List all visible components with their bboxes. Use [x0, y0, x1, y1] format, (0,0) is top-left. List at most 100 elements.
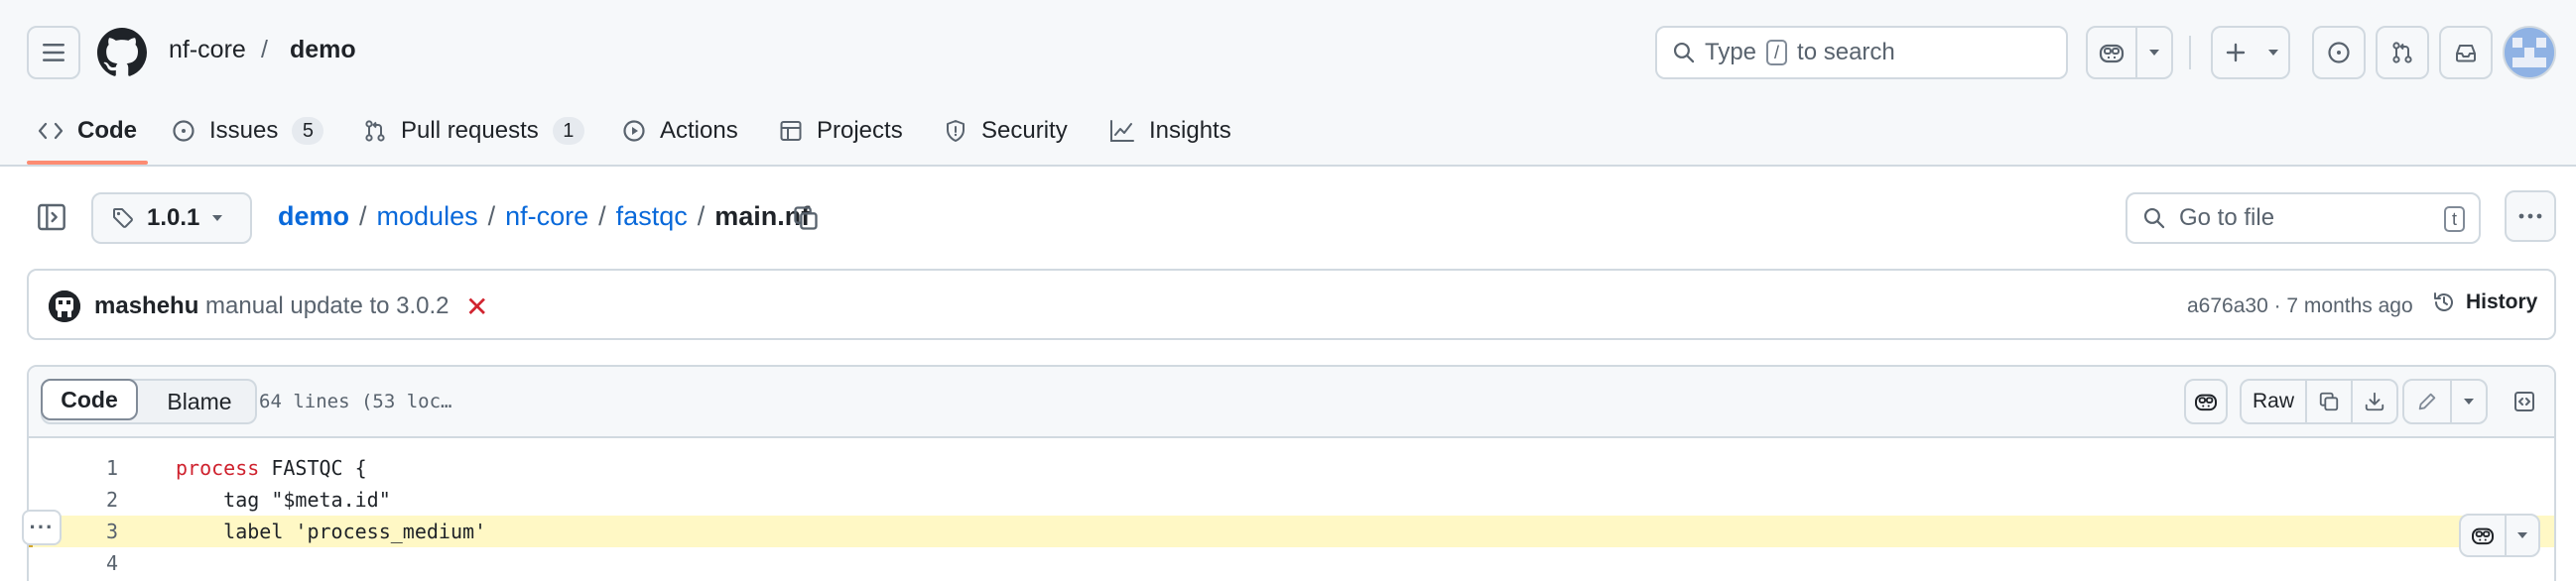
breadcrumb-path-nf-core[interactable]: nf-core: [505, 201, 588, 232]
file-actions-group: Raw: [2240, 379, 2398, 424]
download-icon: [2365, 392, 2384, 411]
copy-icon: [2319, 392, 2339, 411]
tab-issues[interactable]: Issues 5: [172, 111, 324, 151]
plus-icon: [2213, 28, 2258, 77]
symbols-panel-button[interactable]: [2504, 379, 2545, 424]
tab-code-label: Code: [77, 117, 137, 144]
history-icon: [2434, 292, 2453, 311]
tab-projects-label: Projects: [817, 117, 903, 144]
tab-actions-label: Actions: [660, 117, 738, 144]
breadcrumb-path-root[interactable]: demo: [278, 201, 349, 232]
file-tree-toggle-button[interactable]: [36, 201, 67, 233]
commit-hash-time[interactable]: a676a30 · 7 months ago: [2187, 294, 2413, 318]
kebab-horizontal-icon: [2518, 213, 2542, 219]
tab-code[interactable]: Code: [38, 111, 137, 151]
copilot-icon: [2099, 44, 2125, 63]
graph-icon: [1110, 120, 1134, 142]
breadcrumb-path-modules[interactable]: modules: [377, 201, 478, 232]
github-logo-icon[interactable]: [97, 28, 147, 77]
copilot-icon: [2472, 527, 2494, 545]
tab-pull-requests-label: Pull requests: [401, 117, 539, 144]
tab-pull-requests[interactable]: Pull requests 1: [363, 111, 584, 151]
copilot-button-group: [2086, 26, 2173, 79]
code-square-icon: [2514, 392, 2534, 411]
menu-button[interactable]: [27, 26, 80, 79]
tab-security[interactable]: Security: [944, 111, 1068, 151]
breadcrumb-repo[interactable]: demo: [290, 36, 356, 64]
global-search-input[interactable]: Type / to search: [1655, 26, 2068, 79]
edit-file-button[interactable]: [2404, 381, 2450, 422]
line-number[interactable]: 3: [59, 516, 118, 547]
copy-icon: [794, 206, 818, 230]
view-blame-button[interactable]: Blame: [142, 381, 257, 422]
history-label: History: [2466, 290, 2538, 313]
copilot-line-dropdown[interactable]: [2505, 516, 2538, 555]
tab-actions[interactable]: Actions: [622, 111, 738, 151]
header-divider: [2189, 36, 2191, 69]
copilot-icon: [2195, 394, 2217, 411]
search-icon: [2143, 207, 2165, 229]
pull-requests-button[interactable]: [2376, 26, 2429, 79]
line-text: FASTQC {: [259, 456, 367, 480]
git-pull-request-icon: [365, 120, 385, 142]
play-icon: [623, 120, 645, 142]
raw-button[interactable]: Raw: [2242, 381, 2305, 422]
line-number[interactable]: 2: [59, 484, 118, 516]
commit-message-link[interactable]: manual update to 3.0.2: [205, 292, 450, 320]
path-separator: /: [697, 201, 706, 231]
go-to-file-input[interactable]: Go to file t: [2125, 192, 2481, 244]
pull-requests-counter: 1: [552, 117, 584, 145]
triangle-down-icon: [2149, 50, 2159, 56]
commit-author-link[interactable]: mashehu: [94, 292, 198, 320]
global-header: nf-core / demo Type / to search Code Iss…: [0, 0, 2576, 167]
line-content: tag "$meta.id": [176, 488, 391, 512]
triangle-down-icon: [2464, 399, 2474, 405]
path-separator: /: [487, 201, 496, 231]
triangle-down-icon: [212, 215, 223, 221]
sidebar-expand-icon: [38, 203, 65, 231]
issues-counter: 5: [292, 117, 324, 145]
code-line: 1 process FASTQC {: [29, 452, 2554, 484]
keyword-token: process: [176, 456, 260, 480]
tab-issues-label: Issues: [209, 117, 279, 144]
copilot-line-button[interactable]: [2461, 516, 2505, 555]
author-avatar[interactable]: [49, 290, 80, 322]
commit-status-failed-icon[interactable]: ✕: [465, 290, 488, 323]
code-icon: [38, 122, 64, 140]
code-toolbar: Code Blame 64 lines (53 loc… Raw: [29, 367, 2554, 438]
user-avatar[interactable]: [2503, 26, 2556, 79]
copy-path-button[interactable]: [792, 204, 820, 232]
line-options-button[interactable]: ···: [22, 510, 62, 545]
edit-options-dropdown[interactable]: [2450, 381, 2486, 422]
breadcrumb-separator: /: [261, 36, 268, 63]
edit-file-group: [2402, 379, 2488, 424]
line-number[interactable]: 4: [59, 547, 118, 579]
history-button[interactable]: History: [2432, 290, 2537, 314]
line-number[interactable]: 1: [59, 452, 118, 484]
download-button[interactable]: [2351, 381, 2396, 422]
copilot-dropdown-button[interactable]: [2135, 28, 2171, 77]
avatar-image-icon: [2505, 28, 2554, 77]
breadcrumb-path-fastqc[interactable]: fastqc: [616, 201, 688, 232]
branch-selector[interactable]: 1.0.1: [91, 192, 252, 244]
go-to-file-placeholder: Go to file: [2179, 204, 2275, 231]
tab-projects[interactable]: Projects: [779, 111, 903, 151]
inbox-icon: [2456, 45, 2476, 62]
copilot-line-button-group: [2459, 514, 2540, 557]
more-options-button[interactable]: [2505, 190, 2556, 242]
view-code-button[interactable]: Code: [41, 379, 138, 420]
code-line-highlighted: 3 label 'process_medium': [29, 516, 2554, 547]
issue-opened-icon: [2328, 42, 2350, 63]
triangle-down-icon: [2258, 28, 2288, 77]
copilot-ask-button[interactable]: [2184, 379, 2228, 424]
inbox-button[interactable]: [2439, 26, 2493, 79]
path-separator: /: [359, 201, 367, 231]
view-mode-toggle: Code Blame: [41, 379, 257, 424]
tab-insights[interactable]: Insights: [1109, 111, 1231, 151]
copy-raw-button[interactable]: [2305, 381, 2351, 422]
copilot-button[interactable]: [2088, 28, 2135, 77]
tab-security-label: Security: [981, 117, 1068, 144]
create-new-button[interactable]: [2211, 26, 2290, 79]
breadcrumb-owner[interactable]: nf-core: [169, 36, 246, 64]
issues-button[interactable]: [2312, 26, 2366, 79]
